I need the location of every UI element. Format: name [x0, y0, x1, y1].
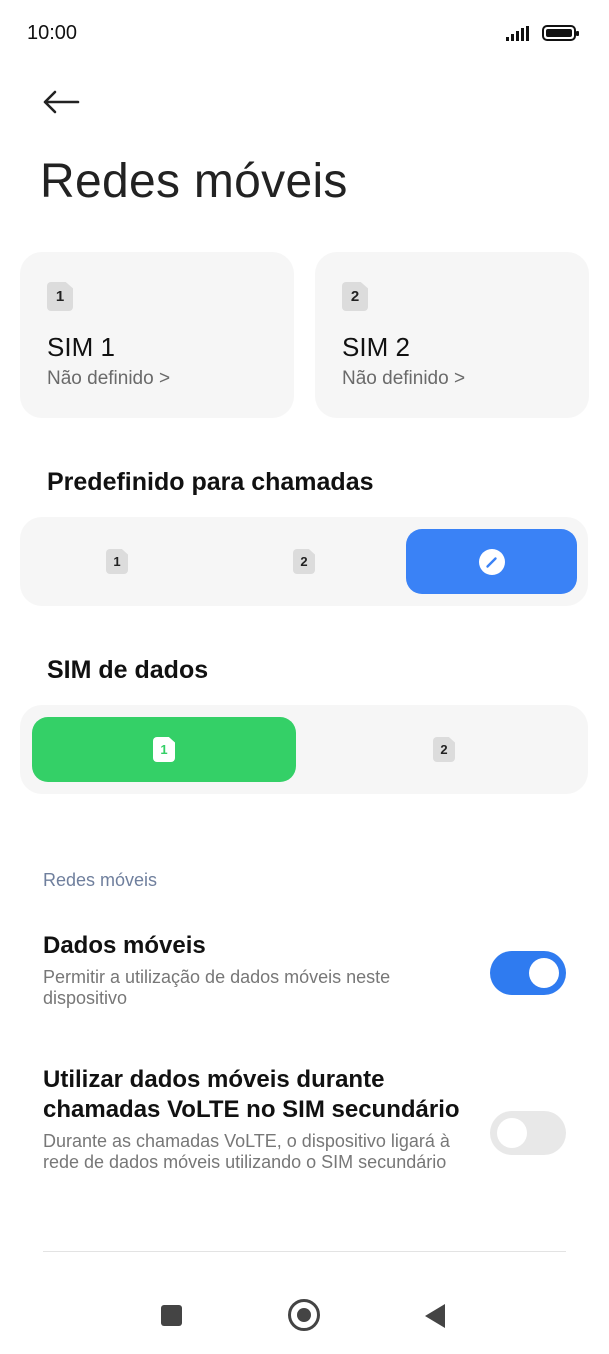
- back-nav-icon[interactable]: [425, 1304, 445, 1328]
- sim-name: SIM 1: [47, 332, 115, 362]
- mobile-data-row[interactable]: Dados móveis Permitir a utilização de da…: [0, 925, 609, 1025]
- data-sim-heading: SIM de dados: [47, 656, 209, 684]
- home-nav-icon[interactable]: [288, 1299, 320, 1331]
- calls-option-sim-2[interactable]: 2: [219, 529, 389, 594]
- sim-icon: 1: [47, 282, 73, 311]
- section-label: Redes móveis: [43, 870, 158, 890]
- volte-secondary-data-row[interactable]: Utilizar dados móveis durante chamadas V…: [0, 1060, 609, 1210]
- sim-2-card[interactable]: 2 SIM 2 Não definido >: [315, 252, 589, 418]
- sim-name: SIM 2: [342, 332, 410, 362]
- sim-icon: 1: [153, 737, 175, 762]
- back-button[interactable]: [36, 80, 86, 124]
- signal-icon: [506, 26, 529, 41]
- pen-icon: [478, 548, 505, 575]
- calls-sim-selector: 1 2: [20, 517, 588, 606]
- page-title: Redes móveis: [40, 155, 348, 208]
- sim-icon: 1: [106, 549, 128, 574]
- data-sim-selector: 1 2: [20, 705, 588, 794]
- status-time: 10:00: [27, 22, 78, 44]
- sim-icon: 2: [293, 549, 315, 574]
- sim-status: Não definido >: [342, 368, 466, 389]
- data-option-sim-1[interactable]: 1: [32, 717, 296, 782]
- mobile-data-toggle[interactable]: [490, 951, 566, 995]
- calls-option-ask[interactable]: [406, 529, 577, 594]
- sim-icon: 2: [433, 737, 455, 762]
- setting-description: Durante as chamadas VoLTE, o dispositivo…: [43, 1131, 450, 1172]
- setting-title: Dados móveis: [43, 932, 206, 959]
- sim-status: Não definido >: [47, 368, 171, 389]
- calls-option-sim-1[interactable]: 1: [32, 529, 202, 594]
- data-option-sim-2[interactable]: 2: [312, 717, 576, 782]
- back-arrow-icon: [43, 90, 80, 114]
- sim-icon: 2: [342, 282, 368, 311]
- setting-title: Utilizar dados móveis durante chamadas V…: [43, 1066, 460, 1123]
- divider: [43, 1251, 566, 1252]
- calls-heading: Predefinido para chamadas: [47, 468, 374, 496]
- setting-description: Permitir a utilização de dados móveis ne…: [43, 967, 391, 1008]
- volte-secondary-data-toggle[interactable]: [490, 1111, 566, 1155]
- battery-icon: [542, 25, 579, 41]
- sim-1-card[interactable]: 1 SIM 1 Não definido >: [20, 252, 294, 418]
- square-nav-icon[interactable]: [161, 1305, 182, 1326]
